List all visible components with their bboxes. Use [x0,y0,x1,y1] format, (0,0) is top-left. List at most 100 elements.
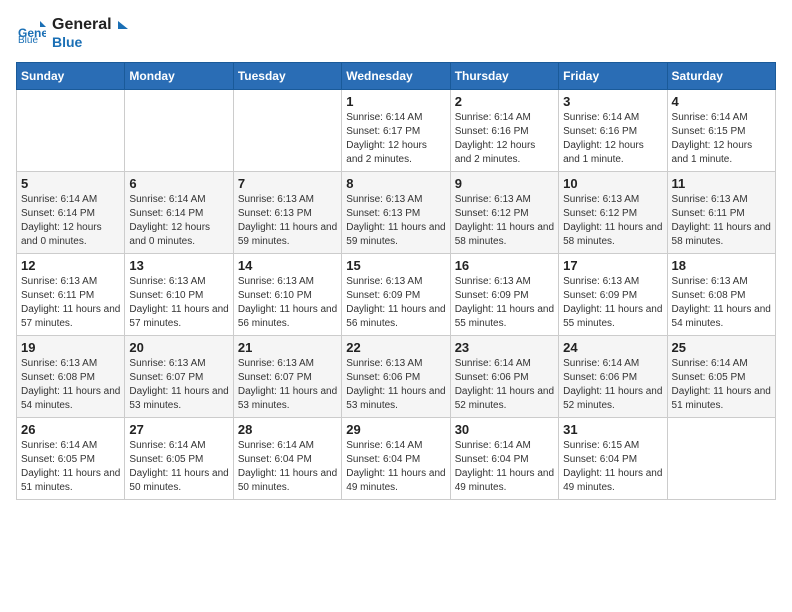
calendar-day-cell: 21 Sunrise: 6:13 AM Sunset: 6:07 PM Dayli… [233,336,341,418]
logo-icon: General Blue [18,17,46,45]
day-number: 23 [455,340,554,355]
calendar-day-cell: 5Sunrise: 6:14 AM Sunset: 6:14 PM Daylig… [17,172,125,254]
calendar-day-cell [125,90,233,172]
day-detail: Sunrise: 6:14 AM Sunset: 6:15 PM Dayligh… [672,111,771,167]
calendar-week-row: 12 Sunrise: 6:13 AM Sunset: 6:11 PM Dayli… [17,254,776,336]
day-detail: Sunrise: 6:14 AM Sunset: 6:05 PM Dayligh… [129,439,228,495]
day-number: 24 [563,340,662,355]
calendar-day-cell: 27 Sunrise: 6:14 AM Sunset: 6:05 PM Dayli… [125,418,233,500]
day-number: 9 [455,176,554,191]
calendar-day-cell: 26Sunrise: 6:14 AM Sunset: 6:05 PM Dayli… [17,418,125,500]
calendar-week-row: 26 Sunrise: 6:14 AM Sunset: 6:05 PM Dayli… [17,418,776,500]
calendar-day-cell: 17 Sunrise: 6:13 AM Sunset: 6:09 PM Dayli… [559,254,667,336]
day-detail: Sunrise: 6:13 AM Sunset: 6:11 PM Dayligh… [21,275,120,331]
calendar-day-cell: 18 Sunrise: 6:13 AM Sunset: 6:08 PM Dayli… [667,254,775,336]
calendar-day-cell: 9 Sunrise: 6:13 AM Sunset: 6:12 PM Daylig… [450,172,558,254]
day-detail: Sunrise: 6:14 AM Sunset: 6:05 PM Dayligh… [672,357,771,413]
calendar-day-cell: 28 Sunrise: 6:14 AM Sunset: 6:04 PM Dayli… [233,418,341,500]
calendar-week-row: 5Sunrise: 6:14 AM Sunset: 6:14 PM Daylig… [17,172,776,254]
calendar-day-cell [667,418,775,500]
day-detail: Sunrise: 6:14 AM Sunset: 6:04 PM Dayligh… [346,439,445,495]
calendar-day-cell: 29 Sunrise: 6:14 AM Sunset: 6:04 PM Dayli… [342,418,450,500]
day-detail: Sunrise: 6:14 AM Sunset: 6:04 PM Dayligh… [238,439,337,495]
calendar-day-cell: 16 Sunrise: 6:13 AM Sunset: 6:09 PM Dayli… [450,254,558,336]
day-number: 8 [346,176,445,191]
calendar-day-cell: 13Sunrise: 6:13 AM Sunset: 6:10 PM Dayli… [125,254,233,336]
calendar-day-header: Tuesday [233,63,341,90]
day-number: 25 [672,340,771,355]
day-detail: Sunrise: 6:14 AM Sunset: 6:16 PM Dayligh… [455,111,554,167]
day-number: 15 [346,258,445,273]
day-number: 18 [672,258,771,273]
day-number: 31 [563,422,662,437]
calendar-day-cell: 7 Sunrise: 6:13 AM Sunset: 6:13 PM Daylig… [233,172,341,254]
calendar-day-cell: 12 Sunrise: 6:13 AM Sunset: 6:11 PM Dayli… [17,254,125,336]
day-detail: Sunrise: 6:13 AM Sunset: 6:08 PM Dayligh… [672,275,771,331]
calendar-table: SundayMondayTuesdayWednesdayThursdayFrid… [16,62,776,500]
day-detail: Sunrise: 6:13 AM Sunset: 6:09 PM Dayligh… [563,275,662,331]
day-number: 12 [21,258,120,273]
day-number: 26 [21,422,120,437]
day-number: 3 [563,94,662,109]
calendar-day-cell: 25 Sunrise: 6:14 AM Sunset: 6:05 PM Dayli… [667,336,775,418]
calendar-day-header: Monday [125,63,233,90]
day-detail: Sunrise: 6:14 AM Sunset: 6:04 PM Dayligh… [455,439,554,495]
day-number: 4 [672,94,771,109]
calendar-day-cell: 30 Sunrise: 6:14 AM Sunset: 6:04 PM Dayli… [450,418,558,500]
day-number: 14 [238,258,337,273]
day-number: 13 [129,258,228,273]
day-number: 21 [238,340,337,355]
calendar-day-cell: 10 Sunrise: 6:13 AM Sunset: 6:12 PM Dayli… [559,172,667,254]
calendar-day-cell [17,90,125,172]
day-detail: Sunrise: 6:14 AM Sunset: 6:16 PM Dayligh… [563,111,662,167]
calendar-day-cell: 22Sunrise: 6:13 AM Sunset: 6:06 PM Dayli… [342,336,450,418]
calendar-day-header: Saturday [667,63,775,90]
day-number: 27 [129,422,228,437]
calendar-week-row: 1Sunrise: 6:14 AM Sunset: 6:17 PM Daylig… [17,90,776,172]
svg-text:Blue: Blue [18,35,38,45]
day-number: 16 [455,258,554,273]
calendar-day-cell: 24Sunrise: 6:14 AM Sunset: 6:06 PM Dayli… [559,336,667,418]
day-detail: Sunrise: 6:15 AM Sunset: 6:04 PM Dayligh… [563,439,662,495]
day-number: 7 [238,176,337,191]
calendar-day-cell: 20 Sunrise: 6:13 AM Sunset: 6:07 PM Dayli… [125,336,233,418]
logo-general: General [52,16,112,34]
calendar-day-cell: 8 Sunrise: 6:13 AM Sunset: 6:13 PM Daylig… [342,172,450,254]
calendar-day-cell: 15 Sunrise: 6:13 AM Sunset: 6:09 PM Dayli… [342,254,450,336]
calendar-day-cell: 11 Sunrise: 6:13 AM Sunset: 6:11 PM Dayli… [667,172,775,254]
day-detail: Sunrise: 6:13 AM Sunset: 6:09 PM Dayligh… [346,275,445,331]
day-detail: Sunrise: 6:13 AM Sunset: 6:12 PM Dayligh… [455,193,554,249]
calendar-day-cell: 6 Sunrise: 6:14 AM Sunset: 6:14 PM Daylig… [125,172,233,254]
day-detail: Sunrise: 6:13 AM Sunset: 6:11 PM Dayligh… [672,193,771,249]
day-detail: Sunrise: 6:14 AM Sunset: 6:14 PM Dayligh… [129,193,228,249]
day-detail: Sunrise: 6:13 AM Sunset: 6:07 PM Dayligh… [238,357,337,413]
day-number: 17 [563,258,662,273]
day-number: 2 [455,94,554,109]
calendar-day-cell [233,90,341,172]
calendar-header-row: SundayMondayTuesdayWednesdayThursdayFrid… [17,63,776,90]
day-number: 29 [346,422,445,437]
day-detail: Sunrise: 6:13 AM Sunset: 6:06 PM Dayligh… [346,357,445,413]
calendar-day-cell: 1Sunrise: 6:14 AM Sunset: 6:17 PM Daylig… [342,90,450,172]
day-detail: Sunrise: 6:13 AM Sunset: 6:13 PM Dayligh… [238,193,337,249]
day-number: 11 [672,176,771,191]
day-detail: Sunrise: 6:13 AM Sunset: 6:12 PM Dayligh… [563,193,662,249]
day-number: 20 [129,340,228,355]
day-detail: Sunrise: 6:13 AM Sunset: 6:07 PM Dayligh… [129,357,228,413]
day-detail: Sunrise: 6:13 AM Sunset: 6:10 PM Dayligh… [238,275,337,331]
day-number: 19 [21,340,120,355]
day-number: 30 [455,422,554,437]
calendar-day-cell: 19Sunrise: 6:13 AM Sunset: 6:08 PM Dayli… [17,336,125,418]
calendar-day-header: Wednesday [342,63,450,90]
day-detail: Sunrise: 6:13 AM Sunset: 6:09 PM Dayligh… [455,275,554,331]
logo-blue: Blue [52,34,112,50]
day-detail: Sunrise: 6:13 AM Sunset: 6:13 PM Dayligh… [346,193,445,249]
logo-wing-icon [108,19,128,39]
day-number: 6 [129,176,228,191]
calendar-day-cell: 14 Sunrise: 6:13 AM Sunset: 6:10 PM Dayli… [233,254,341,336]
calendar-day-header: Friday [559,63,667,90]
day-number: 10 [563,176,662,191]
day-number: 28 [238,422,337,437]
day-detail: Sunrise: 6:14 AM Sunset: 6:14 PM Dayligh… [21,193,120,249]
calendar-day-header: Thursday [450,63,558,90]
